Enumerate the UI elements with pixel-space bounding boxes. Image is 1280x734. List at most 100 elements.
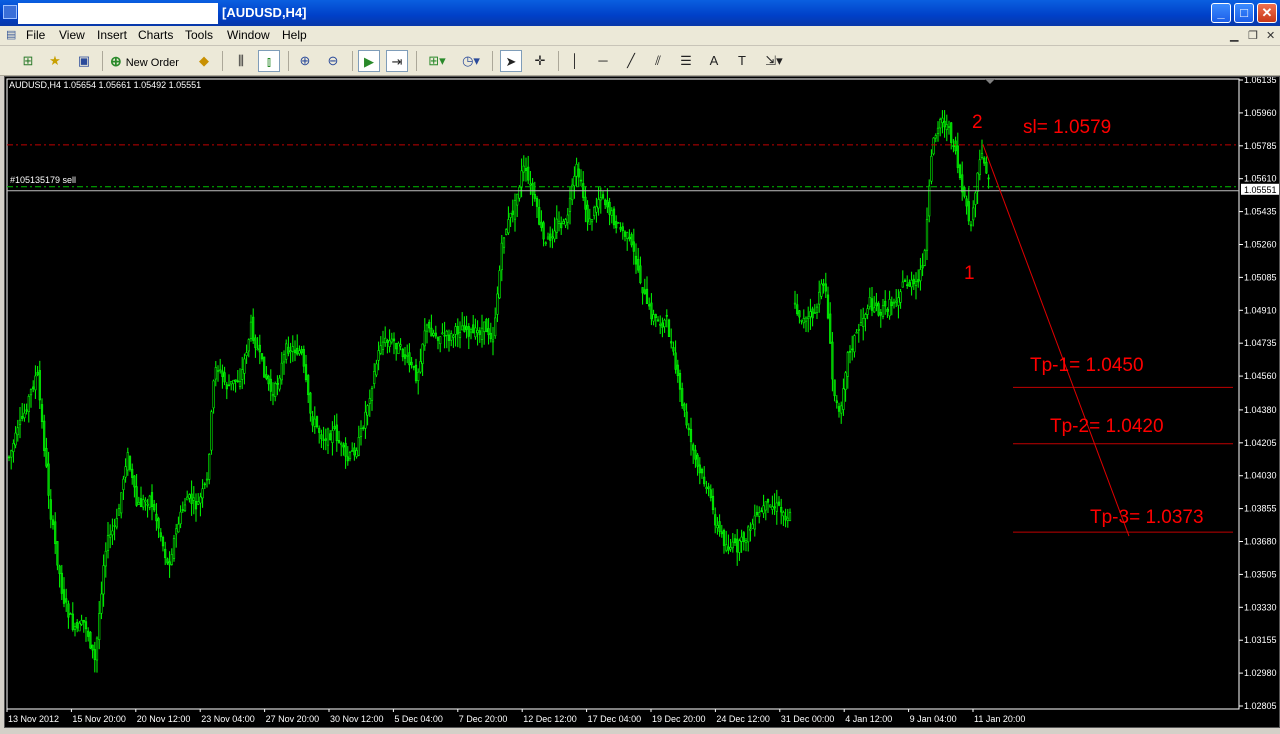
candle-body — [923, 250, 926, 266]
candle-body — [590, 219, 594, 223]
time-tick-label: 31 Dec 00:00 — [781, 714, 835, 724]
price-tick-label: 1.03505 — [1244, 569, 1277, 579]
candle-body — [381, 341, 385, 350]
candle-body — [866, 308, 869, 315]
zoom-in-icon[interactable]: ⊕ — [294, 50, 316, 72]
candle-body — [412, 365, 415, 368]
candle-body — [313, 418, 316, 427]
candle-body — [877, 303, 880, 316]
mdi-minimize-icon[interactable]: ▁ — [1230, 29, 1238, 42]
candle-body — [49, 499, 52, 520]
toolbar-separator — [352, 51, 353, 71]
candle-body — [38, 370, 41, 401]
text-label-icon[interactable]: T — [731, 50, 753, 72]
candle-body — [201, 488, 204, 499]
candle-body — [718, 521, 721, 532]
periods-icon[interactable]: ◷▾ — [457, 50, 485, 72]
candle-body — [274, 383, 277, 397]
menu-view[interactable]: View — [59, 28, 85, 42]
minimize-button[interactable]: _ — [1211, 3, 1231, 23]
annotation-mark2: 2 — [972, 112, 983, 133]
candle-body — [667, 319, 671, 337]
new-chart-icon[interactable]: ⊞ — [18, 50, 38, 72]
candle-body — [716, 525, 719, 529]
candle-body — [300, 349, 303, 354]
fibonacci-icon[interactable]: ☰ — [675, 50, 697, 72]
candle-body — [531, 182, 534, 195]
candle-body — [809, 311, 812, 317]
chart-window[interactable]: #105135179 sell sl= 1.0579 Tp-1= 1.0450 Tp-… — [4, 76, 1280, 728]
candle-body — [903, 279, 907, 282]
mdi-restore-icon[interactable]: ❐ — [1248, 29, 1258, 42]
candle-body — [315, 416, 319, 428]
menu-insert[interactable]: Insert — [97, 28, 127, 42]
trendline-icon[interactable]: ╱ — [620, 50, 642, 72]
horizontal-line-icon[interactable]: ─ — [592, 50, 614, 72]
candle-body — [139, 498, 143, 507]
candle-body — [766, 498, 770, 503]
candle-body — [469, 329, 473, 333]
bar-chart-icon[interactable]: ⫼ — [230, 50, 252, 72]
expert-advisors-icon[interactable]: ◆ — [194, 50, 214, 72]
text-icon[interactable]: A — [703, 50, 725, 72]
candle-body — [815, 306, 819, 313]
equidistant-channel-icon[interactable]: ⫽ — [647, 50, 669, 72]
candle-body — [478, 330, 481, 335]
candle-body — [599, 197, 602, 201]
zoom-out-icon[interactable]: ⊖ — [322, 50, 344, 72]
candle-body — [884, 300, 887, 307]
close-button[interactable]: ✕ — [1257, 3, 1277, 23]
candle-body — [227, 384, 231, 387]
menu-tools[interactable]: Tools — [185, 28, 213, 42]
candle-body — [634, 255, 638, 265]
market-watch-icon[interactable]: ▣ — [74, 50, 94, 72]
candle-body — [454, 326, 457, 335]
candle-body — [974, 192, 977, 205]
price-chart[interactable]: #105135179 sell sl= 1.0579 Tp-1= 1.0450 Tp-… — [5, 77, 1280, 729]
candle-body — [126, 452, 129, 471]
profiles-icon[interactable]: ★ — [45, 50, 65, 72]
candlestick-icon[interactable]: ⫾ — [258, 50, 280, 72]
candle-body — [648, 304, 651, 307]
candle-body — [557, 220, 561, 224]
candle-body — [386, 339, 389, 343]
time-tick-label: 5 Dec 04:00 — [394, 714, 443, 724]
maximize-button[interactable]: □ — [1234, 3, 1254, 23]
candle-body — [104, 550, 107, 567]
candle-body — [910, 279, 913, 288]
candle-body — [375, 363, 378, 376]
title-blank — [18, 3, 218, 24]
menu-charts[interactable]: Charts — [138, 28, 173, 42]
mdi-close-icon[interactable]: ✕ — [1266, 29, 1275, 42]
candle-body — [260, 353, 264, 360]
candle-body — [357, 437, 360, 456]
price-tick-label: 1.05610 — [1244, 174, 1277, 184]
candle-body — [203, 483, 206, 486]
candle-body — [736, 538, 739, 553]
candle-body — [441, 332, 444, 335]
candle-body — [91, 644, 94, 651]
indicators-icon[interactable]: ⊞▾ — [424, 50, 450, 72]
arrows-icon[interactable]: ⇲▾ — [760, 50, 788, 72]
crosshair-icon[interactable]: ✛ — [529, 50, 551, 72]
toolbar-separator — [416, 51, 417, 71]
cursor-icon[interactable]: ➤ — [500, 50, 522, 72]
doc-icon[interactable]: ▤ — [6, 28, 16, 41]
candle-body — [511, 210, 514, 215]
candle-body — [694, 449, 697, 460]
new-order-button[interactable]: ⊕ New Order — [110, 50, 179, 72]
menu-help[interactable]: Help — [282, 28, 307, 42]
candle-body — [733, 538, 737, 544]
candle-body — [551, 236, 554, 239]
candle-body — [729, 547, 732, 550]
chart-shift-marker — [985, 79, 995, 84]
candle-body — [621, 226, 624, 232]
menu-window[interactable]: Window — [227, 28, 270, 42]
menu-file[interactable]: File — [26, 28, 45, 42]
candle-body — [249, 321, 253, 339]
candle-body — [456, 326, 459, 335]
vertical-line-icon[interactable]: │ — [564, 50, 586, 72]
chart-shift-icon[interactable]: ⇥ — [386, 50, 408, 72]
candle-body — [908, 282, 911, 287]
auto-scroll-icon[interactable]: ▶ — [358, 50, 380, 72]
